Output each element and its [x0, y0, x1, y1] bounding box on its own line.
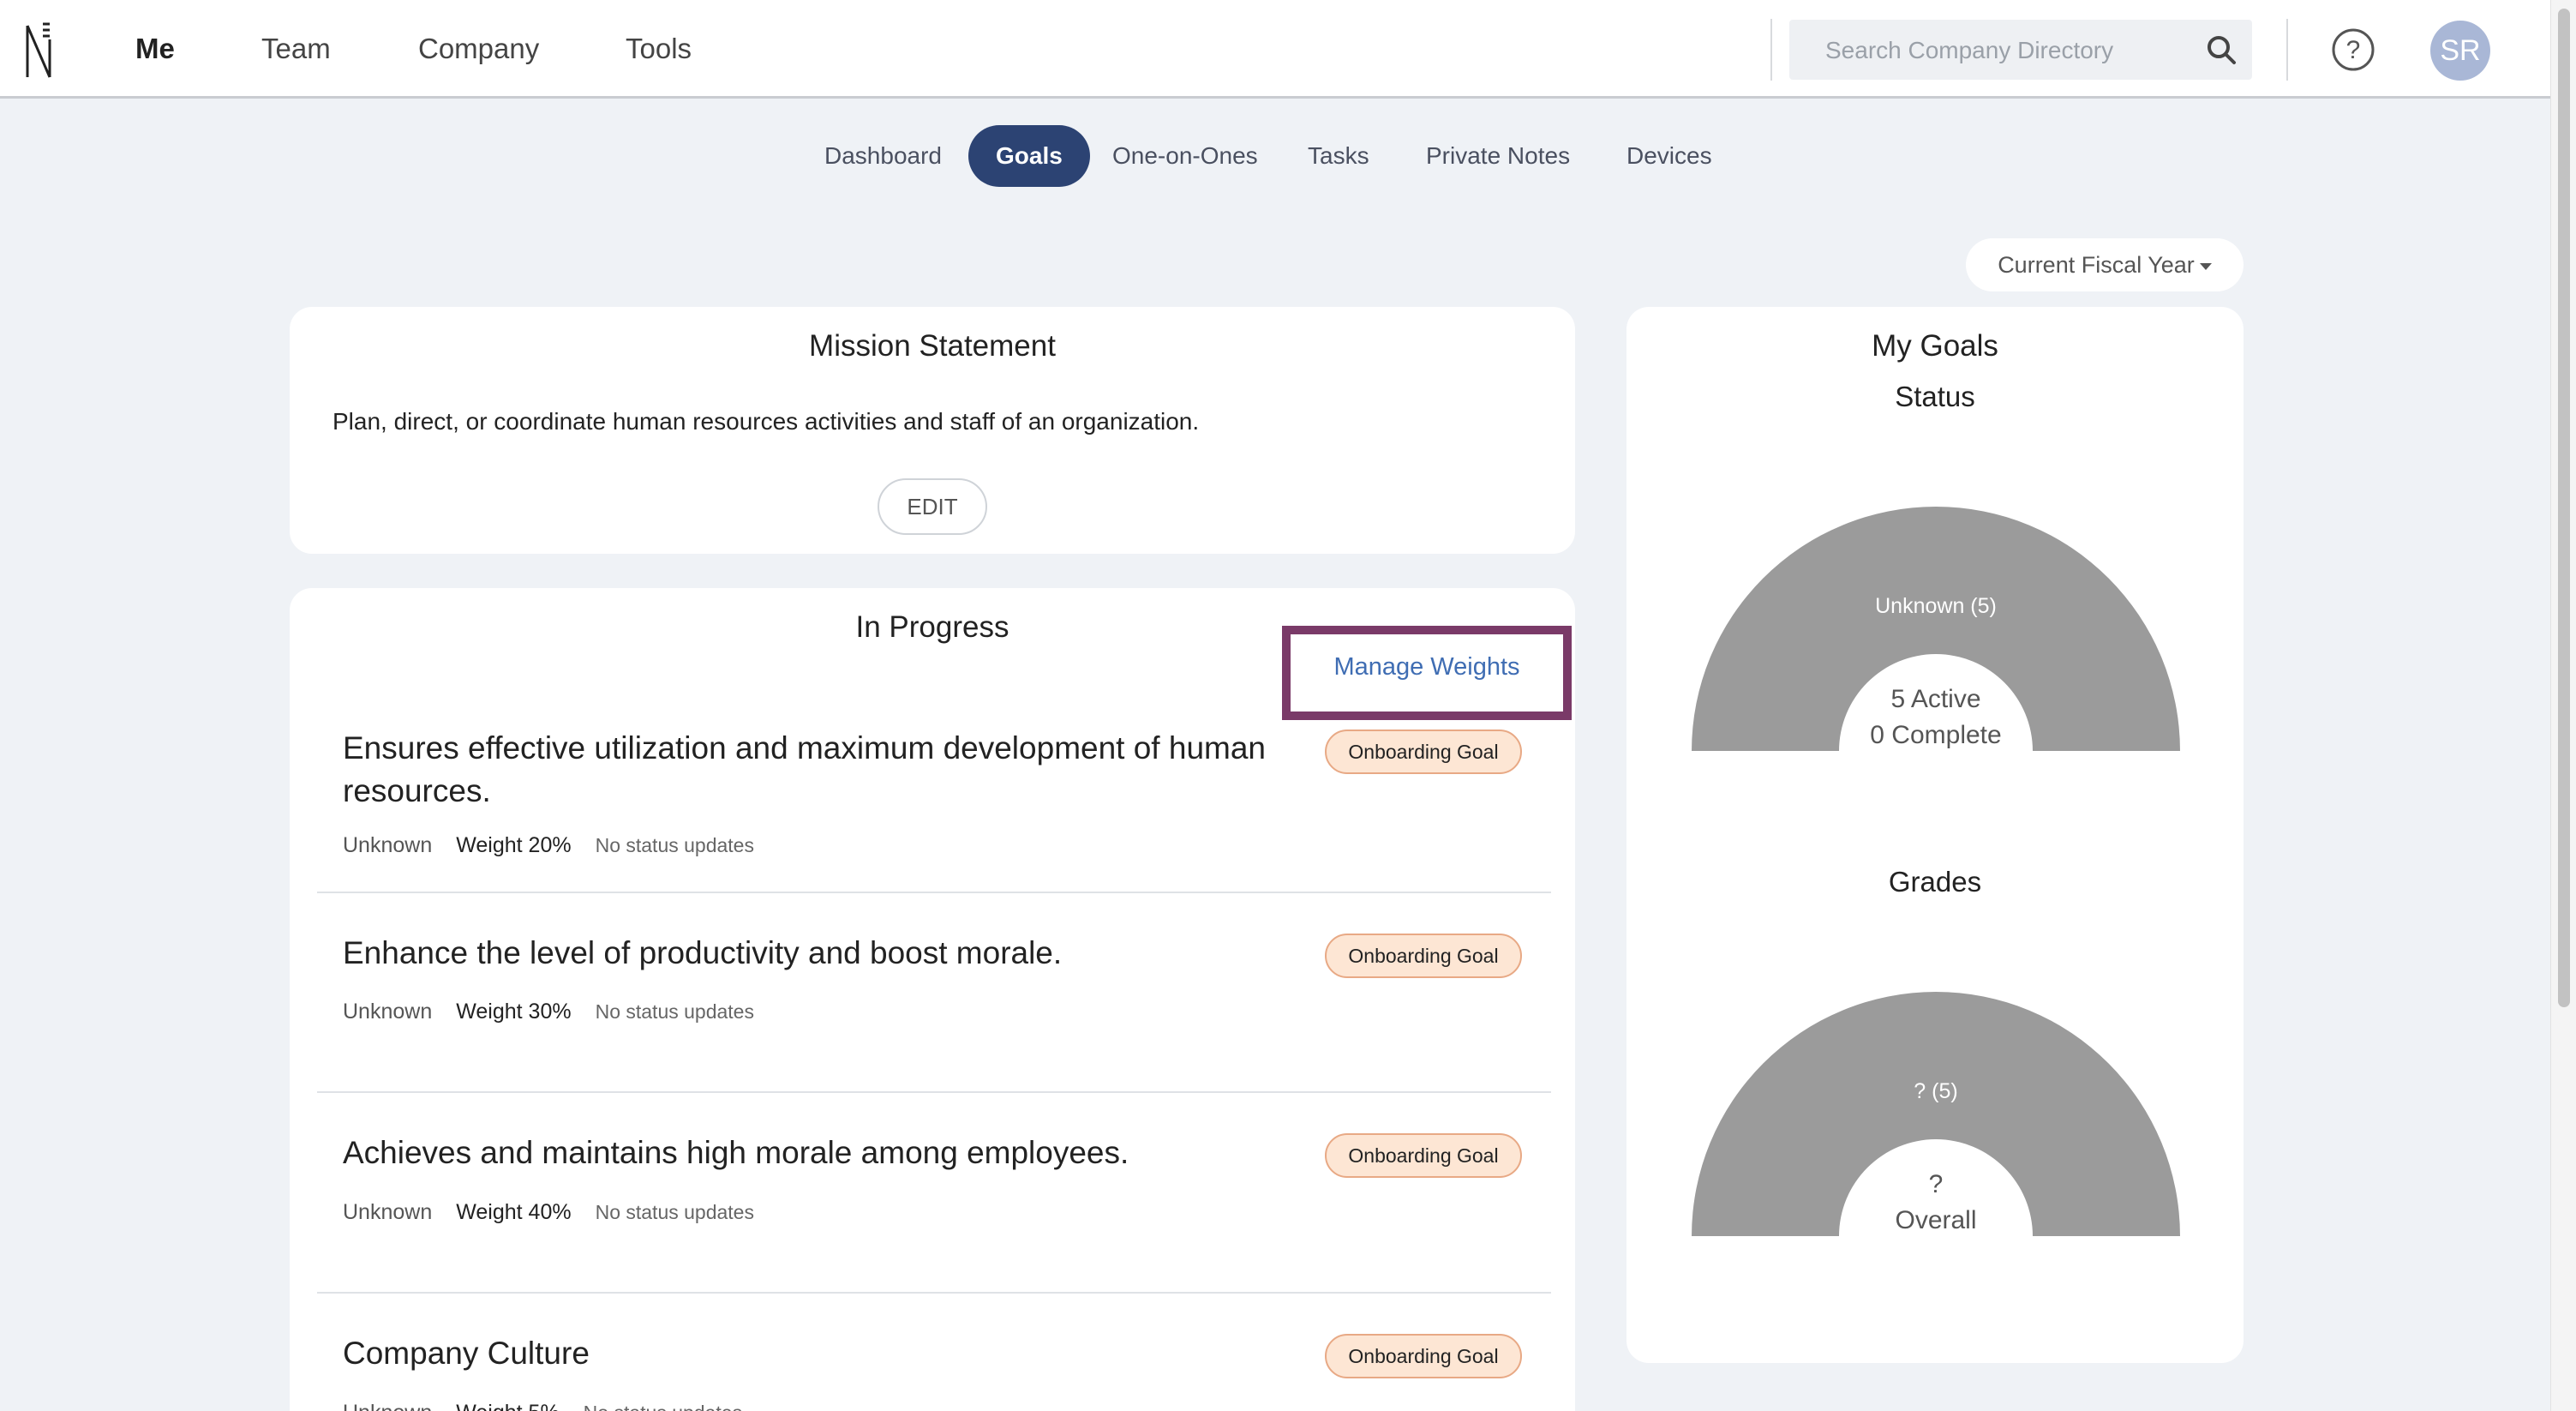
tab-tasks[interactable]: Tasks — [1280, 125, 1397, 187]
goal-divider — [317, 892, 1551, 893]
nav-me[interactable]: Me — [135, 29, 175, 69]
status-slice-unknown[interactable] — [1692, 507, 2180, 751]
mission-statement-card: Mission Statement Plan, direct, or coord… — [290, 307, 1575, 554]
tab-one-on-ones[interactable]: One-on-Ones — [1085, 125, 1285, 187]
status-center-active: 5 Active — [1890, 685, 1980, 713]
goal-meta: Unknown Weight 40% No status updates — [343, 1200, 778, 1225]
goal-updates: No status updates — [595, 834, 754, 856]
my-goals-title: My Goals — [1872, 329, 1998, 363]
goal-meta: Unknown Weight 20% No status updates — [343, 833, 778, 858]
goal-updates: No status updates — [595, 1201, 754, 1223]
status-slice-label: Unknown (5) — [1875, 594, 1997, 618]
search-icon[interactable] — [2206, 34, 2237, 65]
goal-title-line[interactable]: Achieves and maintains high morale among… — [343, 1132, 1129, 1174]
goal-title-line[interactable]: Company Culture — [343, 1332, 590, 1375]
caret-down-icon — [2199, 262, 2212, 270]
manage-weights-highlight: Manage Weights — [1282, 626, 1572, 720]
onboarding-goal-badge: Onboarding Goal — [1325, 1133, 1522, 1178]
goal-updates: No status updates — [595, 1000, 754, 1023]
tab-dashboard[interactable]: Dashboard — [797, 125, 969, 187]
onboarding-goal-badge: Onboarding Goal — [1325, 730, 1522, 774]
goal-weight: Weight 40% — [456, 1200, 572, 1224]
mission-title: Mission Statement — [809, 329, 1056, 363]
goal-status: Unknown — [343, 833, 433, 857]
grades-donut-chart: ? (5) ? Overall — [1692, 992, 2180, 1236]
goal-updates: No status updates — [584, 1402, 742, 1411]
goal-title[interactable]: Enhance the level of productivity and bo… — [343, 932, 1062, 975]
goal-status: Unknown — [343, 1000, 433, 1024]
grades-center-overall: Overall — [1895, 1206, 1976, 1234]
divider — [2286, 19, 2288, 81]
help-icon[interactable]: ? — [2331, 27, 2375, 72]
my-goals-card: My Goals Status Unknown (5) 5 Active 0 C… — [1626, 307, 2244, 1363]
grades-slice-unknown[interactable] — [1692, 992, 2180, 1236]
goal-title[interactable]: Achieves and maintains high morale among… — [343, 1132, 1129, 1174]
goal-weight: Weight 30% — [456, 1000, 572, 1024]
onboarding-goal-badge: Onboarding Goal — [1325, 934, 1522, 978]
scrollbar-thumb[interactable] — [2558, 9, 2570, 1007]
company-directory-search[interactable]: Search Company Directory — [1789, 20, 2252, 80]
user-avatar[interactable]: SR — [2430, 21, 2490, 81]
goal-title-line[interactable]: resources. — [343, 770, 1266, 813]
nav-company[interactable]: Company — [418, 29, 539, 69]
manage-weights-link[interactable]: Manage Weights — [1291, 653, 1563, 681]
goal-weight: Weight 20% — [456, 833, 572, 857]
goal-divider — [317, 1292, 1551, 1294]
goal-weight: Weight 5% — [456, 1401, 559, 1411]
grades-slice-label: ? (5) — [1914, 1079, 1957, 1103]
grades-chart-title: Grades — [1888, 866, 1982, 898]
status-donut-chart: Unknown (5) 5 Active 0 Complete — [1692, 507, 2180, 751]
goal-divider — [317, 1091, 1551, 1093]
divider — [1770, 19, 1772, 81]
tab-private-notes[interactable]: Private Notes — [1399, 125, 1597, 187]
company-logo-icon[interactable] — [24, 21, 55, 81]
svg-text:?: ? — [2346, 36, 2361, 64]
tab-goals[interactable]: Goals — [968, 125, 1090, 187]
top-navigation-bar: Me Team Company Tools Search Company Dir… — [0, 0, 2550, 99]
page-scrollbar[interactable] — [2550, 0, 2576, 1411]
goal-title-line[interactable]: Enhance the level of productivity and bo… — [343, 932, 1062, 975]
goal-title[interactable]: Company Culture — [343, 1332, 590, 1375]
goal-meta: Unknown Weight 30% No status updates — [343, 1000, 778, 1024]
nav-tools[interactable]: Tools — [626, 29, 692, 69]
tab-devices[interactable]: Devices — [1599, 125, 1740, 187]
fiscal-year-dropdown[interactable]: Current Fiscal Year — [1966, 238, 2244, 291]
mission-text: Plan, direct, or coordinate human resour… — [332, 408, 1200, 435]
goal-status: Unknown — [343, 1401, 432, 1411]
onboarding-goal-badge: Onboarding Goal — [1325, 1334, 1522, 1378]
goal-title[interactable]: Ensures effective utilization and maximu… — [343, 727, 1266, 813]
status-center-complete: 0 Complete — [1870, 721, 2001, 749]
status-chart-title: Status — [1895, 381, 1975, 412]
goal-title-line[interactable]: Ensures effective utilization and maximu… — [343, 727, 1266, 770]
edit-mission-button[interactable]: EDIT — [878, 478, 987, 535]
grades-center-value: ? — [1929, 1170, 1944, 1198]
goal-status: Unknown — [343, 1200, 433, 1224]
fiscal-year-label: Current Fiscal Year — [1998, 252, 2195, 278]
goal-meta: Unknown Weight 5% No status updates — [343, 1401, 766, 1411]
search-input[interactable]: Search Company Directory — [1825, 37, 2113, 64]
nav-team[interactable]: Team — [261, 29, 331, 69]
